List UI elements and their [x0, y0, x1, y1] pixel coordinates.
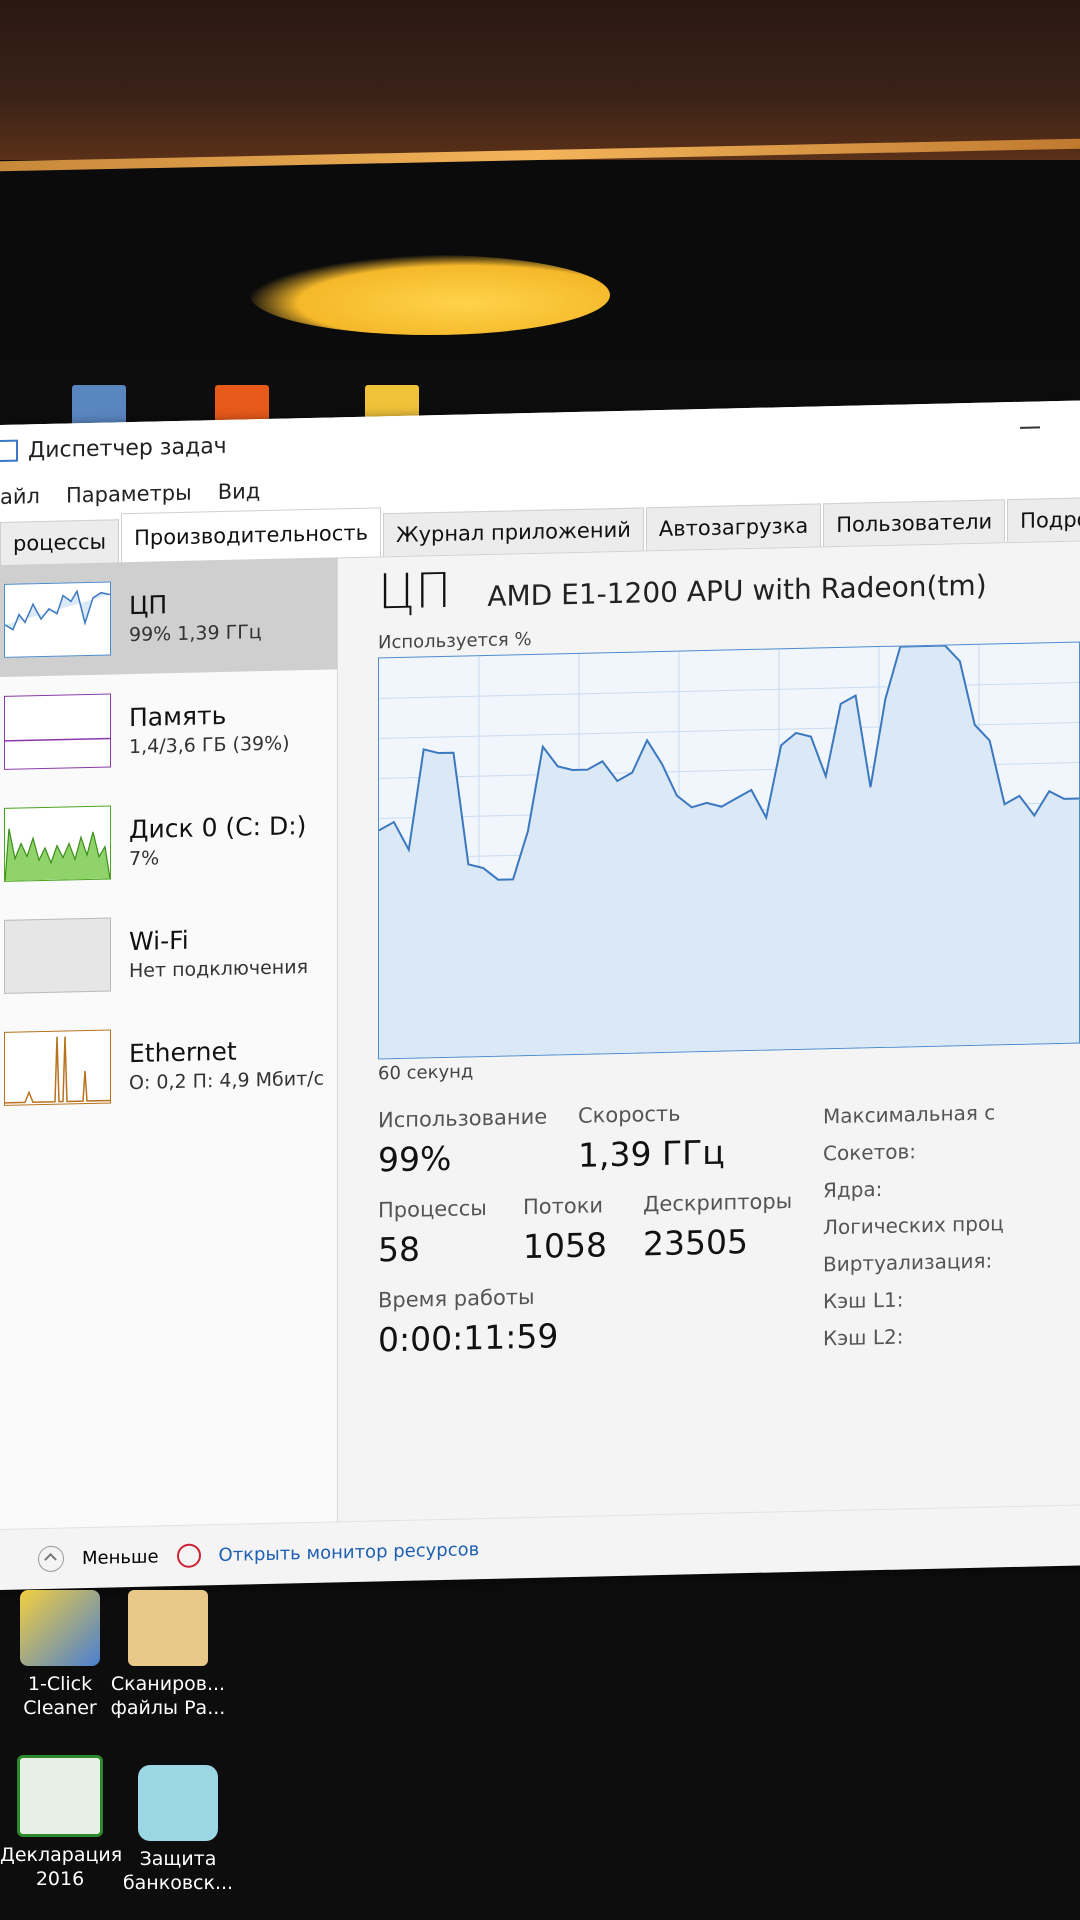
sidebar-cpu-name: ЦП — [129, 589, 168, 620]
cpu-info-list: Максимальная с Сокетов: Ядра: Логических… — [823, 1094, 1004, 1357]
task-manager-icon — [0, 439, 18, 463]
desktop-icon-label: Декларация — [0, 1844, 123, 1866]
info-cores: Ядра: — [823, 1176, 883, 1203]
sidebar-ethernet-name: Ethernet — [129, 1036, 237, 1068]
stat-usage: Использование 99% — [378, 1105, 547, 1180]
sidebar-disk-name: Диск 0 (C: D:) — [129, 810, 307, 844]
stat-processes-value: 58 — [378, 1229, 420, 1270]
task-manager-window: Диспетчер задач айл Параметры Вид роцесс… — [0, 400, 1080, 1591]
cpu-panel: ЦП AMD E1-1200 APU with Radeon(tm) Испол… — [338, 540, 1080, 1522]
desktop-icon-1click-cleaner[interactable]: 1-Click Cleaner — [0, 1590, 120, 1720]
tab-performance[interactable]: Производительность — [121, 507, 381, 563]
info-cache-l2: Кэш L2: — [823, 1324, 904, 1351]
sidebar-ethernet-sub: О: 0,2 П: 4,9 Мбит/с — [129, 1067, 325, 1094]
sidebar-wifi-name: Wi-Fi — [129, 925, 189, 956]
cpu-model: AMD E1-1200 APU with Radeon(tm) — [487, 568, 987, 613]
desktop-icon-declaration[interactable]: Декларация 2016 — [0, 1755, 123, 1891]
cpu-usage-chart — [379, 644, 1079, 1059]
sidebar-memory-name: Память — [129, 700, 227, 732]
desktop-icon-label: Защита — [139, 1848, 217, 1870]
bank-protection-icon — [138, 1765, 218, 1841]
tab-startup[interactable]: Автозагрузка — [645, 503, 822, 551]
menu-file[interactable]: айл — [0, 484, 40, 509]
window-title: Диспетчер задач — [28, 433, 227, 463]
stat-speed-value: 1,39 ГГц — [578, 1132, 725, 1175]
room-background — [0, 0, 1080, 160]
sidebar-item-memory[interactable]: Память 1,4/3,6 ГБ (39%) — [0, 669, 337, 789]
resource-monitor-icon — [176, 1543, 201, 1568]
stat-processes: Процессы 58 — [378, 1196, 487, 1269]
grid-line-h — [379, 682, 1079, 699]
cpu-sparkline — [4, 581, 111, 658]
stat-threads-label: Потоки — [523, 1193, 604, 1220]
memory-sparkline — [4, 693, 111, 770]
broom-icon — [20, 1590, 100, 1666]
cpu-title: ЦП — [378, 562, 452, 621]
desktop-icon-scan[interactable]: Сканиров... файлы Ра... — [108, 1590, 228, 1720]
sidebar-item-disk[interactable]: Диск 0 (C: D:) 7% — [0, 781, 337, 901]
stat-uptime-value: 0:00:11:59 — [378, 1316, 559, 1360]
cpu-usage-graph — [378, 641, 1080, 1060]
desktop-icon-bank-protection[interactable]: Защита банковск... — [118, 1765, 238, 1895]
info-virtualization: Виртуализация: — [823, 1248, 993, 1277]
sidebar-disk-sub: 7% — [129, 846, 160, 870]
sidebar-item-wifi[interactable]: Wi-Fi Нет подключения — [0, 893, 337, 1013]
stat-handles-label: Дескрипторы — [643, 1189, 793, 1217]
info-cache-l1: Кэш L1: — [823, 1287, 904, 1314]
desktop-icon-label: 2016 — [35, 1868, 85, 1890]
desktop-icon-label: 1-Click — [27, 1673, 93, 1695]
light-glare — [250, 255, 610, 335]
stat-processes-label: Процессы — [378, 1195, 487, 1223]
stat-uptime: Время работы 0:00:11:59 — [378, 1284, 559, 1360]
folder-scan-icon — [128, 1590, 208, 1666]
tab-app-history[interactable]: Журнал приложений — [382, 507, 644, 557]
minimize-button[interactable] — [1020, 426, 1040, 429]
sidebar-cpu-sub: 99% 1,39 ГГц — [129, 620, 262, 646]
declaration-icon — [17, 1755, 103, 1837]
menu-view[interactable]: Вид — [218, 479, 261, 504]
desktop-icon-label: Cleaner — [23, 1697, 97, 1719]
desktop-icon-label: файлы Ра... — [110, 1697, 226, 1719]
open-resource-monitor-link[interactable]: Открыть монитор ресурсов — [219, 1539, 480, 1566]
stat-handles-value: 23505 — [643, 1222, 748, 1264]
ethernet-sparkline — [4, 1029, 111, 1106]
tab-details[interactable]: Подроб — [1007, 496, 1080, 543]
disk-sparkline — [4, 805, 111, 882]
menu-options[interactable]: Параметры — [66, 481, 192, 508]
stat-speed-label: Скорость — [578, 1101, 681, 1128]
resource-sidebar: ЦП 99% 1,39 ГГц Память 1,4/3,6 ГБ (39%) — [0, 557, 338, 1530]
sidebar-wifi-sub: Нет подключения — [129, 955, 308, 982]
sidebar-memory-sub: 1,4/3,6 ГБ (39%) — [129, 731, 290, 758]
wifi-sparkline — [4, 917, 111, 994]
info-max-speed: Максимальная с — [823, 1100, 996, 1129]
stat-uptime-label: Время работы — [378, 1284, 535, 1313]
sidebar-item-ethernet[interactable]: Ethernet О: 0,2 П: 4,9 Мбит/с — [0, 1005, 337, 1125]
stat-threads: Потоки 1058 — [523, 1193, 607, 1266]
desktop-icon-label: Сканиров... — [110, 1673, 226, 1695]
stat-threads-value: 1058 — [523, 1225, 607, 1267]
stat-usage-value: 99% — [378, 1138, 452, 1180]
stat-speed: Скорость 1,39 ГГц — [578, 1101, 725, 1175]
chevron-up-icon[interactable] — [38, 1545, 64, 1573]
info-logical: Логических проц — [823, 1211, 1004, 1240]
fewer-details-button[interactable]: Меньше — [82, 1546, 159, 1569]
desktop-icon-label: банковск... — [122, 1872, 234, 1894]
tab-processes[interactable]: роцессы — [0, 519, 120, 565]
info-sockets: Сокетов: — [823, 1139, 916, 1166]
tab-users[interactable]: Пользователи — [823, 499, 1006, 547]
stat-usage-label: Использование — [378, 1104, 548, 1133]
stat-handles: Дескрипторы 23505 — [643, 1189, 792, 1263]
sidebar-item-cpu[interactable]: ЦП 99% 1,39 ГГц — [0, 557, 337, 677]
cpu-usage-area — [379, 645, 1079, 1059]
